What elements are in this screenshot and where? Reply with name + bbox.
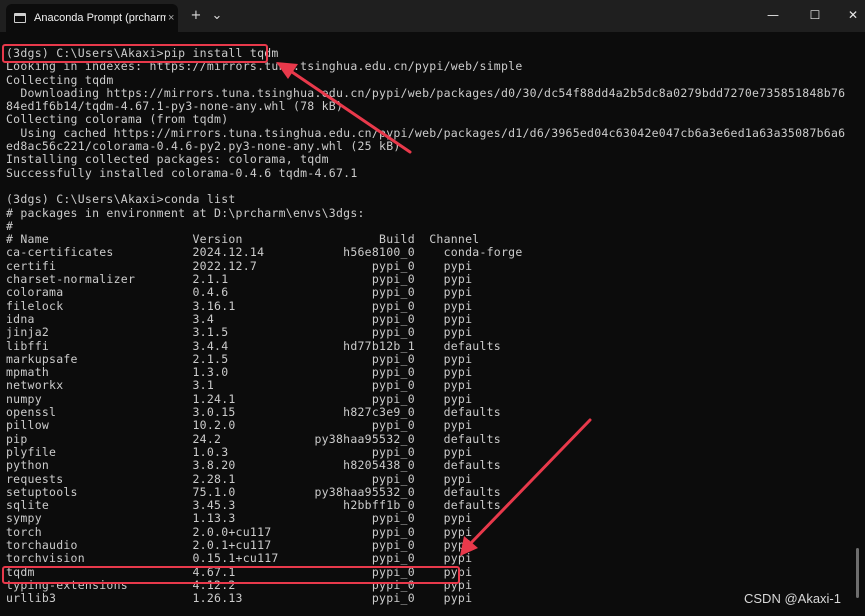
- arrow-to-tqdm-row: [460, 418, 592, 556]
- arrow-to-pip-command: [276, 62, 412, 154]
- watermark: CSDN @Akaxi-1: [744, 591, 841, 606]
- annotation-arrows: [276, 62, 592, 556]
- vertical-scrollbar[interactable]: [856, 548, 859, 598]
